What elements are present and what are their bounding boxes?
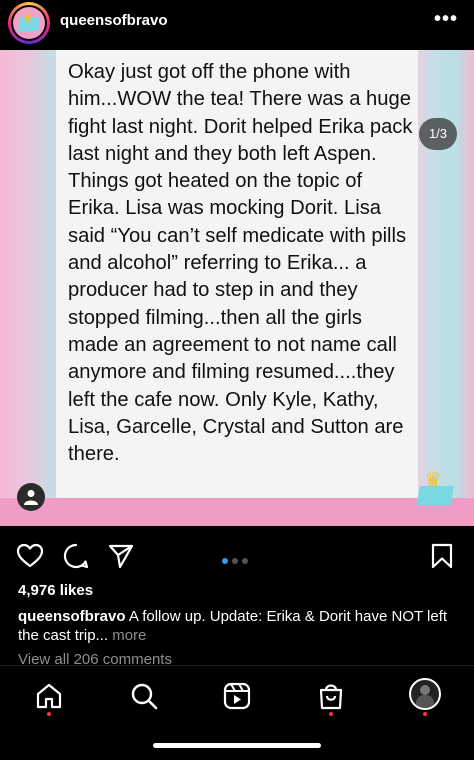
carousel-counter: 1/3 (419, 118, 457, 150)
more-horizontal-icon[interactable]: ••• (434, 8, 458, 31)
caption-username[interactable]: queensofbravo (18, 608, 126, 625)
likes-count[interactable]: 4,976 likes (18, 582, 93, 599)
post-image[interactable]: Okay just got off the phone with him...W… (0, 50, 474, 526)
shop-icon[interactable] (316, 681, 346, 711)
crown-logo-icon: ♛ (414, 470, 456, 508)
post-header: ♛ queensofbravo ••• (0, 0, 474, 44)
comment-icon[interactable] (62, 542, 90, 570)
shop-notification-dot (329, 712, 333, 716)
carousel-dot (242, 558, 248, 564)
post-caption: queensofbravo A follow up. Update: Erika… (18, 607, 458, 645)
carousel-dot (232, 558, 238, 564)
search-icon[interactable] (129, 681, 159, 711)
author-username[interactable]: queensofbravo (60, 12, 168, 29)
home-icon[interactable] (34, 681, 64, 711)
heart-icon[interactable] (16, 542, 44, 570)
carousel-dot (222, 558, 228, 564)
post-text: Okay just got off the phone with him...W… (68, 61, 413, 466)
home-indicator[interactable] (153, 743, 321, 748)
reels-icon[interactable] (222, 681, 252, 711)
author-avatar[interactable]: ♛ (8, 2, 50, 44)
profile-avatar[interactable] (409, 678, 441, 710)
user-tag-icon[interactable] (17, 483, 45, 511)
home-notification-dot (47, 712, 51, 716)
send-icon[interactable] (107, 542, 135, 570)
crown-icon: ♛ (22, 10, 34, 25)
carousel-dots (222, 551, 252, 569)
view-comments-link[interactable]: View all 206 comments (18, 651, 172, 665)
profile-notification-dot (423, 712, 427, 716)
action-bar (0, 526, 474, 580)
caption-more-link[interactable]: more (112, 627, 146, 644)
bookmark-icon[interactable] (428, 542, 456, 570)
